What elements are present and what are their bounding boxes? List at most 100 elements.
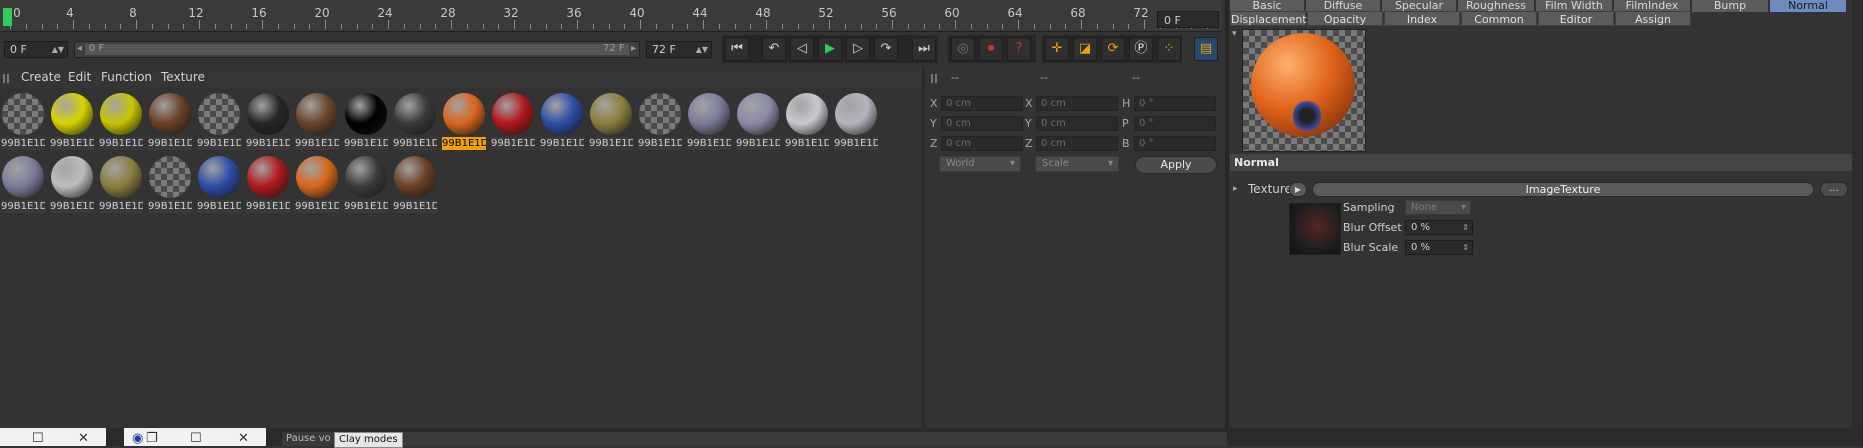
more-options-button[interactable]: ...: [1820, 182, 1848, 197]
panel-grip-icon[interactable]: [3, 74, 11, 83]
rotation-p-field[interactable]: 0 °: [1134, 116, 1216, 131]
apply-button[interactable]: Apply: [1135, 156, 1217, 174]
menu-texture[interactable]: Texture: [161, 70, 205, 84]
tab-common[interactable]: Common: [1461, 11, 1537, 26]
range-left-arrow-icon[interactable]: ◂: [77, 43, 82, 54]
material-thumbnail[interactable]: 99B1E1D: [196, 91, 242, 151]
help-button[interactable]: ?: [1007, 37, 1031, 61]
move-key-icon[interactable]: ✛: [1045, 37, 1069, 61]
material-thumbnail[interactable]: 99B1E1D: [833, 91, 879, 151]
spinner-icon[interactable]: ▲▼: [52, 42, 64, 58]
auto-key-button[interactable]: ⏺: [979, 37, 1003, 61]
rotation-h-field[interactable]: 0 °: [1134, 96, 1216, 111]
taskbar-window-2[interactable]: ◉ ❐ ☐ ✕: [124, 428, 266, 446]
next-key-button[interactable]: ↷: [874, 37, 898, 61]
material-thumbnail[interactable]: 99B1E1D: [441, 91, 487, 151]
menu-create[interactable]: Create: [21, 70, 61, 84]
tab-bump[interactable]: Bump: [1692, 0, 1768, 12]
material-thumbnail[interactable]: 99B1E1D: [147, 154, 193, 214]
go-to-start-button[interactable]: ⏮: [725, 37, 749, 61]
material-thumbnail[interactable]: 99B1E1D: [0, 154, 46, 214]
tab-editor[interactable]: Editor: [1538, 11, 1614, 26]
material-thumbnail[interactable]: 99B1E1D: [735, 91, 781, 151]
prev-key-button[interactable]: ↶: [762, 37, 786, 61]
material-thumbnail[interactable]: 99B1E1D: [784, 91, 830, 151]
sampling-dropdown[interactable]: None ▾: [1405, 200, 1471, 215]
play-button[interactable]: ▶: [818, 37, 842, 61]
material-thumbnail[interactable]: 99B1E1D: [245, 154, 291, 214]
spinner-icon[interactable]: ⇕: [1462, 241, 1469, 254]
material-thumbnail[interactable]: 99B1E1D: [490, 91, 536, 151]
material-thumbnail[interactable]: 99B1E1D: [49, 91, 95, 151]
start-frame-field[interactable]: 0 F ▲▼: [4, 41, 68, 58]
material-thumbnail[interactable]: 99B1E1D: [98, 91, 144, 151]
size-y-field[interactable]: 0 cm: [1036, 116, 1118, 131]
spinner-icon[interactable]: ▲▼: [696, 42, 708, 58]
taskbar-window-1[interactable]: ☐ ✕: [0, 428, 106, 446]
pause-label[interactable]: Pause vo: [286, 433, 331, 444]
space-dropdown[interactable]: World ▾: [939, 156, 1021, 172]
record-key-button[interactable]: ◎: [951, 37, 975, 61]
next-frame-button[interactable]: ▷: [846, 37, 870, 61]
scrollbar[interactable]: [1852, 0, 1863, 428]
position-x-field[interactable]: 0 cm: [941, 96, 1023, 111]
material-thumbnail[interactable]: 99B1E1D: [147, 91, 193, 151]
material-thumbnail[interactable]: 99B1E1D: [686, 91, 732, 151]
playhead[interactable]: [3, 8, 12, 26]
tab-index[interactable]: Index: [1384, 11, 1460, 26]
material-thumbnail[interactable]: 99B1E1D: [245, 91, 291, 151]
param-key-icon[interactable]: Ⓟ: [1129, 37, 1153, 61]
rotate-key-icon[interactable]: ⟳: [1101, 37, 1125, 61]
material-thumbnail[interactable]: 99B1E1D: [196, 154, 242, 214]
maximize-icon[interactable]: ☐: [190, 431, 202, 446]
maximize-icon[interactable]: ☐: [32, 431, 44, 446]
prev-frame-button[interactable]: ◁: [790, 37, 814, 61]
position-z-field[interactable]: 0 cm: [941, 136, 1023, 151]
menu-edit[interactable]: Edit: [68, 70, 91, 84]
restore-icon[interactable]: ❐: [146, 431, 158, 446]
size-x-field[interactable]: 0 cm: [1036, 96, 1118, 111]
material-thumbnail[interactable]: 99B1E1D: [343, 91, 389, 151]
material-thumbnail[interactable]: 99B1E1D: [294, 91, 340, 151]
blur-offset-field[interactable]: 0 % ⇕: [1405, 220, 1473, 235]
material-thumbnail[interactable]: 99B1E1D: [392, 154, 438, 214]
position-y-field[interactable]: 0 cm: [941, 116, 1023, 131]
texture-shader-field[interactable]: ImageTexture: [1312, 182, 1814, 197]
spinner-icon[interactable]: ⇕: [1462, 221, 1469, 234]
range-slider-track[interactable]: [85, 44, 629, 55]
points-key-icon[interactable]: ⁘: [1157, 37, 1181, 61]
material-thumbnail[interactable]: 99B1E1D: [49, 154, 95, 214]
menu-function[interactable]: Function: [101, 70, 152, 84]
current-frame-field[interactable]: 0 F: [1157, 11, 1219, 28]
tab-opacity[interactable]: Opacity: [1307, 11, 1383, 26]
blur-scale-field[interactable]: 0 % ⇕: [1405, 240, 1473, 255]
rotation-b-field[interactable]: 0 °: [1134, 136, 1216, 151]
material-thumbnail[interactable]: 99B1E1D: [343, 154, 389, 214]
texture-link-button[interactable]: ▶: [1289, 182, 1307, 197]
material-thumbnail[interactable]: 99B1E1D: [392, 91, 438, 151]
tab-normal[interactable]: Normal: [1770, 0, 1846, 12]
material-thumbnail[interactable]: 99B1E1D: [0, 91, 46, 151]
material-preview[interactable]: [1242, 29, 1366, 152]
panel-grip-icon[interactable]: [931, 74, 939, 83]
range-right-arrow-icon[interactable]: ▸: [631, 43, 636, 54]
material-thumbnail[interactable]: 99B1E1D: [539, 91, 585, 151]
close-icon[interactable]: ✕: [238, 431, 249, 446]
scale-key-icon[interactable]: ◪: [1073, 37, 1097, 61]
material-thumbnail[interactable]: 99B1E1D: [98, 154, 144, 214]
film-icon[interactable]: ▤: [1194, 37, 1218, 61]
material-thumbnail[interactable]: 99B1E1D: [637, 91, 683, 151]
tab-assign[interactable]: Assign: [1615, 11, 1691, 26]
material-thumbnail[interactable]: 99B1E1D: [588, 91, 634, 151]
preview-collapse-icon[interactable]: ▾: [1232, 29, 1237, 39]
tab-displacement[interactable]: Displacement: [1230, 11, 1307, 26]
frame-range-slider[interactable]: ◂ 0 F 72 F ▸: [74, 41, 640, 58]
expand-arrow-icon[interactable]: ▸: [1233, 184, 1238, 194]
timeline-ruler[interactable]: 0 4 8 12 16 20 24 28 32 36 40 44 48 52 5…: [0, 0, 1222, 32]
material-thumbnail[interactable]: 99B1E1D: [294, 154, 340, 214]
go-to-end-button[interactable]: ⏭: [912, 37, 936, 61]
close-icon[interactable]: ✕: [78, 431, 89, 446]
size-z-field[interactable]: 0 cm: [1036, 136, 1118, 151]
end-frame-field[interactable]: 72 F ▲▼: [646, 41, 712, 58]
mode-dropdown[interactable]: Scale ▾: [1035, 156, 1119, 172]
